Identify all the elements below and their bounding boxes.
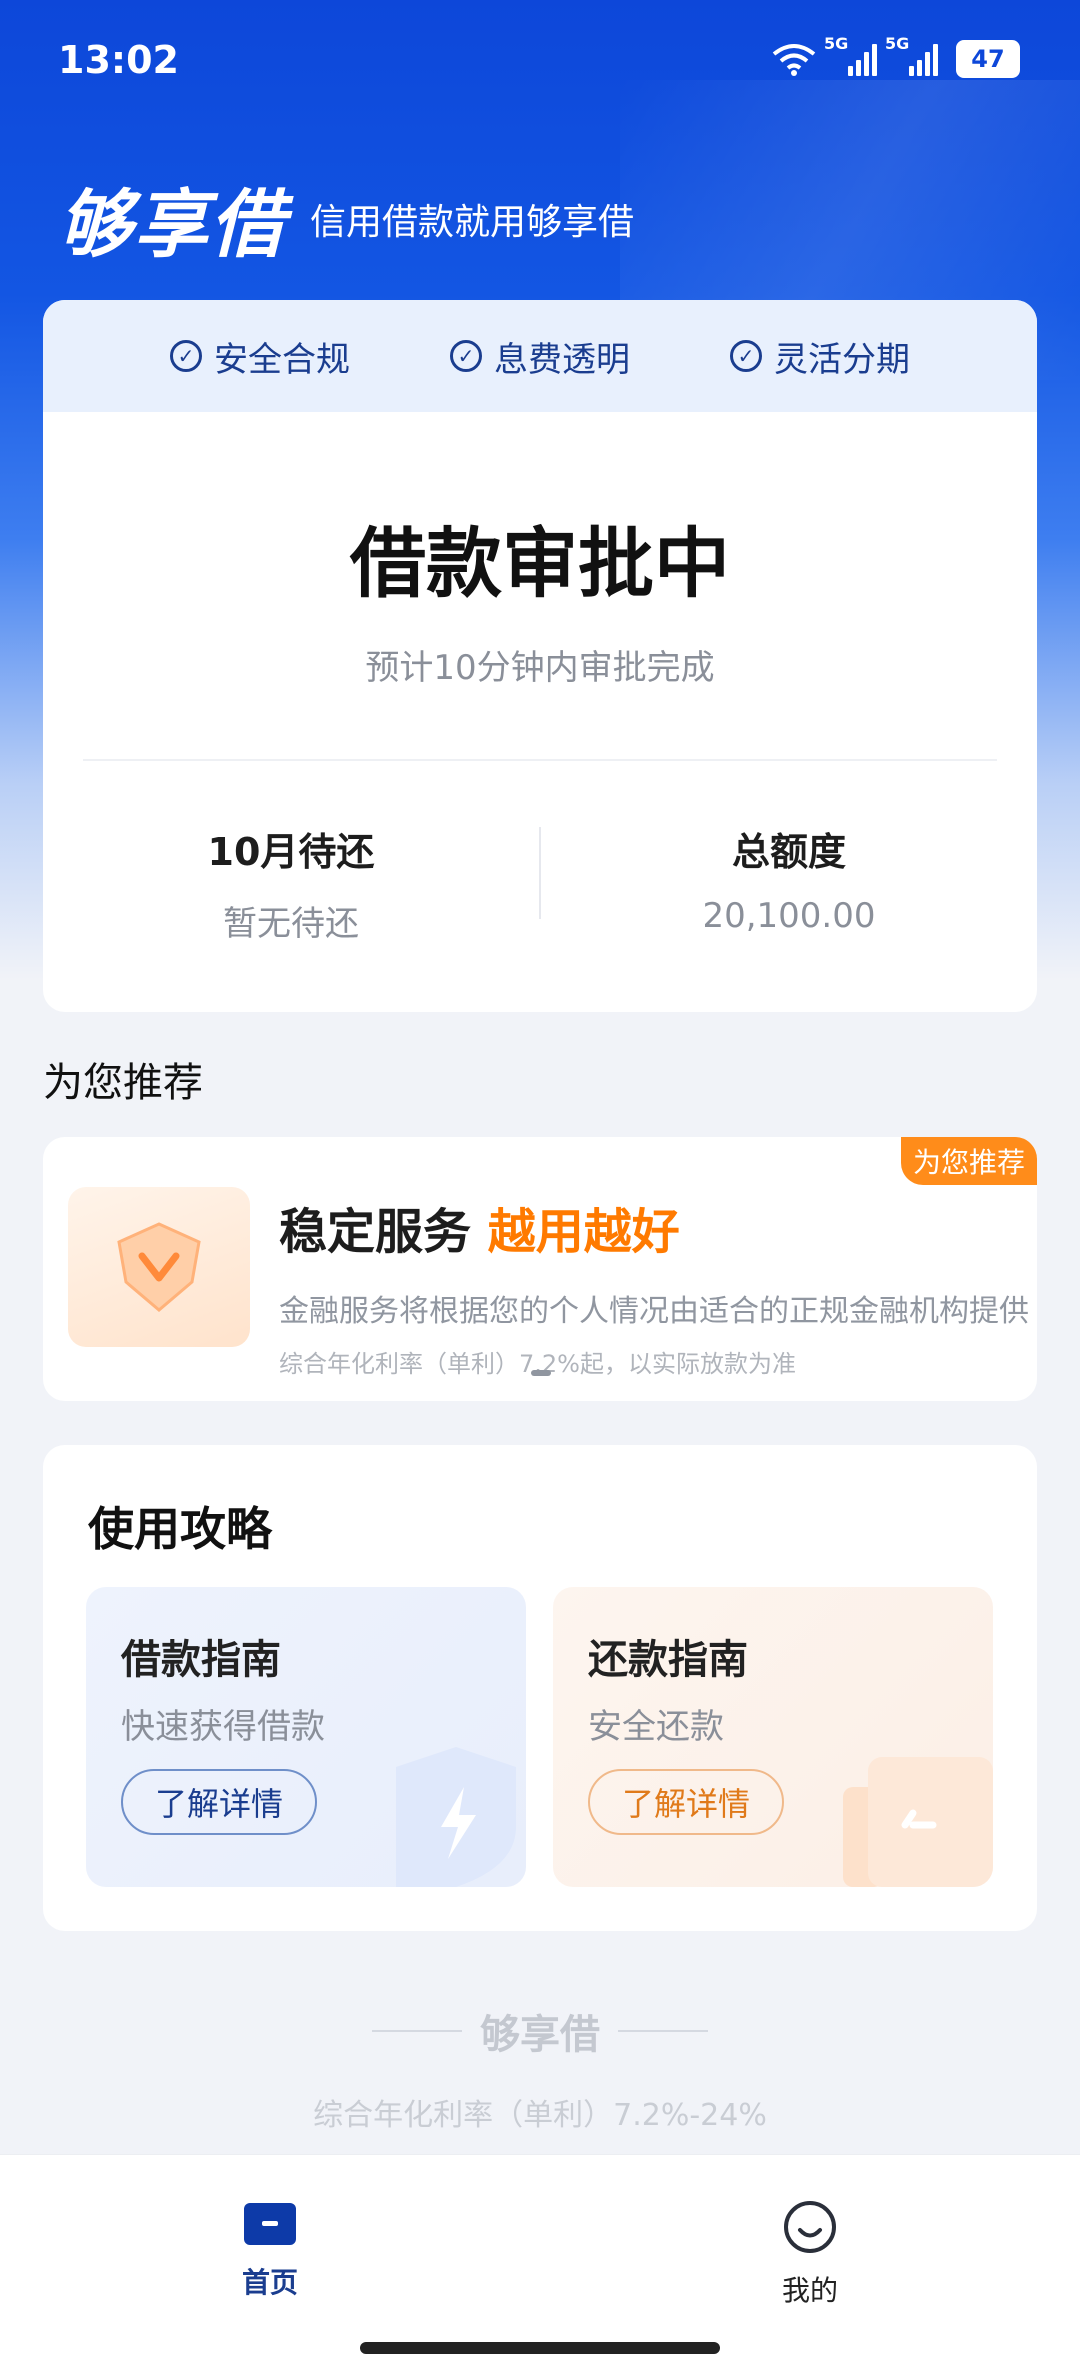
signal-5g-icon: 5G — [885, 34, 938, 76]
badge-label: 灵活分期 — [774, 339, 910, 380]
footer-line-left — [372, 2030, 462, 2032]
footer-line-right — [618, 2030, 708, 2032]
home-indicator[interactable] — [360, 2342, 720, 2354]
signal-1-label: 5G — [824, 34, 849, 53]
divider — [83, 759, 997, 761]
limit-label: 总额度 — [731, 830, 846, 874]
wallet-icon — [843, 1757, 993, 1887]
due-label: 10月待还 — [207, 830, 375, 874]
due-value: 暂无待还 — [223, 904, 359, 944]
feature-badges: ✓ 安全合规 ✓ 息费透明 ✓ 灵活分期 — [43, 300, 1037, 412]
tab-mine-label: 我的 — [781, 2274, 838, 2307]
signal-2-label: 5G — [885, 34, 910, 53]
recommend-text: 稳定服务 越用越好 金融服务将根据您的个人情况由适合的正规金融机构提供 综合年化… — [279, 1192, 1029, 1379]
loan-stats: 10月待还 暂无待还 总额度 20,100.00 — [43, 821, 1037, 945]
guide-card: 使用攻略 借款指南 快速获得借款 了解详情 还款指南 安全还款 了解详情 — [43, 1445, 1037, 1931]
repay-guide-card[interactable]: 还款指南 安全还款 了解详情 — [553, 1587, 993, 1887]
tab-home[interactable]: 首页 — [170, 2199, 370, 2301]
wifi-icon — [772, 44, 816, 76]
recommend-section-title: 为您推荐 — [43, 1060, 203, 1106]
status-icons: 5G 5G 47 — [772, 34, 1020, 78]
check-circle-icon: ✓ — [450, 340, 482, 372]
repay-guide-subtitle: 安全还款 — [588, 1707, 724, 1747]
recommend-note: 综合年化利率（单利）7.2%起，以实际放款为准 — [279, 1350, 796, 1378]
carousel-indicator — [531, 1370, 551, 1376]
recommend-desc: 金融服务将根据您的个人情况由适合的正规金融机构提供 — [279, 1294, 1029, 1329]
badge-compliance: ✓ 安全合规 — [170, 332, 350, 381]
due-stat[interactable]: 10月待还 暂无待还 — [43, 821, 539, 945]
recommend-title-main: 稳定服务 — [279, 1204, 472, 1260]
borrow-guide-subtitle: 快速获得借款 — [121, 1707, 325, 1747]
guide-title: 使用攻略 — [88, 1502, 272, 1556]
loan-status-subtitle: 预计10分钟内审批完成 — [365, 648, 715, 688]
limit-stat[interactable]: 总额度 20,100.00 — [541, 821, 1037, 945]
tab-home-label: 首页 — [241, 2266, 298, 2299]
repay-details-button[interactable]: 了解详情 — [588, 1769, 784, 1835]
footer-rate-note: 综合年化利率（单利）7.2%-24% — [313, 2098, 767, 2133]
shield-lightning-icon — [396, 1747, 516, 1887]
shield-badge-icon — [68, 1187, 250, 1347]
recommend-title-highlight: 越用越好 — [487, 1204, 680, 1260]
recommend-tag: 为您推荐 — [901, 1137, 1037, 1185]
brand-logo: 够享借 — [58, 182, 286, 268]
smile-user-icon — [784, 2201, 836, 2253]
repay-guide-title: 还款指南 — [588, 1637, 748, 1683]
recommend-title: 稳定服务 越用越好 — [279, 1192, 1029, 1262]
badge-transparent: ✓ 息费透明 — [450, 332, 630, 381]
signal-5g-icon: 5G — [824, 34, 877, 76]
footer-brand-text: 够享借 — [480, 2012, 600, 2058]
borrow-guide-card[interactable]: 借款指南 快速获得借款 了解详情 — [86, 1587, 526, 1887]
loan-status-card[interactable]: ✓ 安全合规 ✓ 息费透明 ✓ 灵活分期 借款审批中 预计10分钟内审批完成 1… — [43, 300, 1037, 1012]
borrow-guide-title: 借款指南 — [121, 1637, 281, 1683]
loan-status-title: 借款审批中 — [350, 519, 730, 608]
limit-value: 20,100.00 — [702, 896, 876, 936]
recommend-banner[interactable]: 为您推荐 稳定服务 越用越好 金融服务将根据您的个人情况由适合的正规金融机构提供… — [43, 1137, 1037, 1401]
status-time: 13:02 — [58, 38, 179, 82]
status-bar: 13:02 5G 5G 47 — [0, 0, 1080, 120]
check-circle-icon: ✓ — [170, 340, 202, 372]
brand-slogan: 信用借款就用够享借 — [310, 201, 635, 243]
check-circle-icon: ✓ — [730, 340, 762, 372]
footer-brand: 够享借 — [0, 2002, 1080, 2060]
badge-label: 安全合规 — [214, 339, 350, 380]
tab-mine[interactable]: 我的 — [710, 2199, 910, 2309]
app-header: 够享借 信用借款就用够享借 — [58, 165, 634, 272]
battery-icon: 47 — [956, 40, 1020, 78]
badge-installment: ✓ 灵活分期 — [730, 332, 910, 381]
borrow-details-button[interactable]: 了解详情 — [121, 1769, 317, 1835]
badge-label: 息费透明 — [494, 339, 630, 380]
home-icon — [244, 2203, 296, 2245]
